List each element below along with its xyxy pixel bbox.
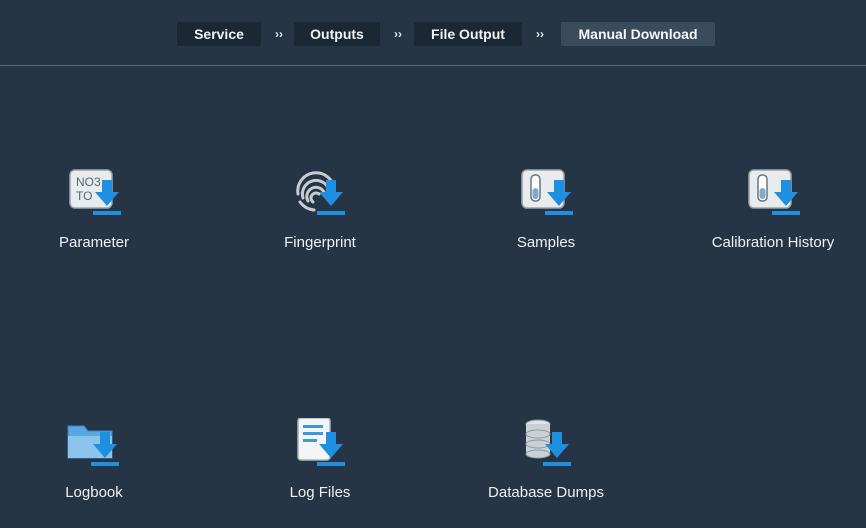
- log-files-label: Log Files: [289, 484, 351, 501]
- fingerprint-tile[interactable]: Fingerprint: [240, 168, 400, 278]
- calibration-history-download-icon: [748, 169, 800, 215]
- parameter-tile[interactable]: NO3 TO Parameter: [14, 168, 174, 278]
- breadcrumb-separator: ››: [536, 27, 544, 41]
- breadcrumb: Service ›› Outputs ›› File Output ›› Man…: [0, 0, 866, 66]
- fingerprint-download-icon: [296, 171, 345, 215]
- log-files-download-icon: [297, 418, 345, 466]
- svg-text:NO3: NO3: [76, 175, 101, 189]
- breadcrumb-outputs[interactable]: Outputs: [294, 22, 380, 46]
- breadcrumb-manual-download: Manual Download: [561, 22, 715, 46]
- breadcrumb-separator: ››: [275, 27, 283, 41]
- samples-label: Samples: [516, 234, 576, 251]
- logbook-label: Logbook: [65, 484, 123, 501]
- calibration-history-label: Calibration History: [711, 234, 835, 251]
- samples-download-icon: [521, 169, 573, 215]
- database-dumps-tile[interactable]: Database Dumps: [466, 418, 626, 528]
- calibration-history-tile[interactable]: Calibration History: [693, 168, 853, 278]
- database-dumps-label: Database Dumps: [488, 484, 604, 501]
- svg-text:TO: TO: [76, 189, 92, 203]
- logbook-download-icon: [67, 425, 119, 466]
- breadcrumb-separator: ››: [394, 27, 402, 41]
- samples-tile[interactable]: Samples: [466, 168, 626, 278]
- fingerprint-label: Fingerprint: [284, 234, 356, 251]
- breadcrumb-service[interactable]: Service: [177, 22, 261, 46]
- log-files-tile[interactable]: Log Files: [240, 418, 400, 528]
- parameter-label: Parameter: [58, 234, 130, 251]
- database-dumps-download-icon: [525, 419, 571, 466]
- breadcrumb-file-output[interactable]: File Output: [414, 22, 522, 46]
- parameter-download-icon: NO3 TO: [69, 169, 121, 215]
- manual-download-screen: Service ›› Outputs ›› File Output ›› Man…: [0, 0, 866, 528]
- logbook-tile[interactable]: Logbook: [14, 418, 174, 528]
